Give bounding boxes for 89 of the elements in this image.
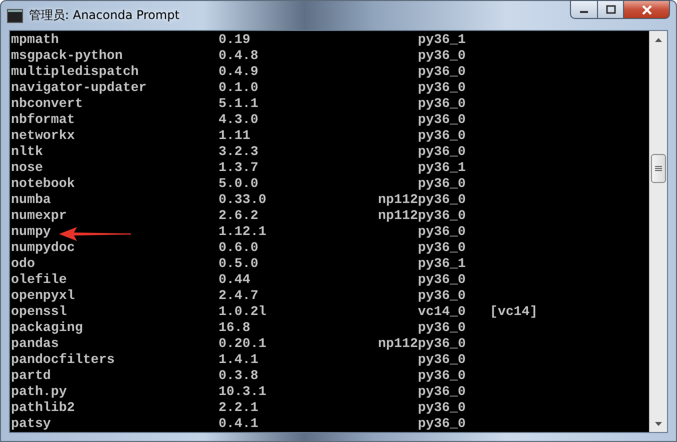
package-name: pathlib2 xyxy=(11,400,75,416)
package-build: vc14_0 xyxy=(416,304,466,320)
package-name: notebook xyxy=(11,176,75,192)
package-name: path.py xyxy=(11,384,67,400)
package-name: odo xyxy=(11,256,35,272)
package-name: numpy xyxy=(11,224,51,240)
scroll-down-icon[interactable] xyxy=(655,422,662,426)
package-version: 1.3.7 xyxy=(218,160,260,176)
package-build: py36_0 xyxy=(416,240,466,256)
close-button[interactable] xyxy=(624,0,670,19)
package-name: olefile xyxy=(11,272,67,288)
package-name: partd xyxy=(11,368,51,384)
package-build: py36_0 xyxy=(416,112,466,128)
package-build: py36_1 xyxy=(416,160,466,176)
package-version: 0.6.0 xyxy=(218,240,260,256)
package-version: 0.33.0 xyxy=(218,192,268,208)
package-build: py36_0 xyxy=(416,80,466,96)
package-version: 2.4.7 xyxy=(218,288,260,304)
package-name: msgpack-python xyxy=(11,48,123,64)
package-version: 0.4.8 xyxy=(218,48,260,64)
package-build: py36_0 xyxy=(416,320,466,336)
package-name: multipledispatch xyxy=(11,64,139,80)
package-version: 0.5.0 xyxy=(218,256,260,272)
package-version: 0.44 xyxy=(218,272,252,288)
package-version: 0.3.8 xyxy=(218,368,260,384)
close-icon xyxy=(640,4,652,14)
package-build: np112py36_0 xyxy=(378,208,466,224)
scroll-thumb[interactable] xyxy=(651,154,666,183)
package-name: mpmath xyxy=(11,32,59,48)
package-version: 0.4.9 xyxy=(218,64,260,80)
package-version: 0.19 xyxy=(218,32,252,48)
package-build: np112py36_0 xyxy=(378,336,466,352)
package-version: 0.20.1 xyxy=(218,336,268,352)
package-build: py36_0 xyxy=(416,352,466,368)
package-build: py36_0 xyxy=(416,64,466,80)
package-build: py36_1 xyxy=(416,256,466,272)
package-name: openpyxl xyxy=(11,288,75,304)
package-name: nose xyxy=(11,160,43,176)
package-version: 2.6.2 xyxy=(218,208,260,224)
package-name: packaging xyxy=(11,320,83,336)
package-build: py36_0 xyxy=(416,272,466,288)
package-version: 3.2.3 xyxy=(218,144,260,160)
pointer-arrow xyxy=(59,227,131,241)
package-version: 0.4.1 xyxy=(218,416,260,432)
package-version: 10.3.1 xyxy=(218,384,268,400)
package-build: py36_0 xyxy=(416,368,466,384)
package-build: py36_0 xyxy=(416,96,466,112)
maximize-button[interactable] xyxy=(597,0,624,19)
package-version: 1.4.1 xyxy=(218,352,260,368)
package-version: 16.8 xyxy=(218,320,252,336)
package-name: pandocfilters xyxy=(11,352,115,368)
package-name: pandas xyxy=(11,336,59,352)
package-name: networkx xyxy=(11,128,75,144)
maximize-icon xyxy=(606,5,616,14)
package-name: numpydoc xyxy=(11,240,75,256)
package-name: numba xyxy=(11,192,51,208)
package-build: py36_0 xyxy=(416,288,466,304)
scrollbar[interactable] xyxy=(649,31,667,432)
package-name: openssl xyxy=(11,304,67,320)
package-version: 5.1.1 xyxy=(218,96,260,112)
package-build: py36_0 xyxy=(416,144,466,160)
package-build: py36_0 xyxy=(416,400,466,416)
package-build: py36_1 xyxy=(416,32,466,48)
package-version: 2.2.1 xyxy=(218,400,260,416)
scroll-up-icon[interactable] xyxy=(655,38,662,42)
package-name: navigator-updater xyxy=(11,80,147,96)
package-version: 4.3.0 xyxy=(218,112,260,128)
package-build: py36_0 xyxy=(416,416,466,432)
package-version: 0.1.0 xyxy=(218,80,260,96)
package-build: py36_0 xyxy=(416,384,466,400)
package-channel: [vc14] xyxy=(490,304,539,320)
package-name: patsy xyxy=(11,416,51,432)
window-title: 管理员: Anaconda Prompt xyxy=(29,7,180,24)
package-version: 1.12.1 xyxy=(218,224,268,240)
package-name: numexpr xyxy=(11,208,67,224)
package-version: 5.0.0 xyxy=(218,176,260,192)
package-name: nbconvert xyxy=(11,96,83,112)
console-icon xyxy=(7,8,23,22)
package-version: 1.11 xyxy=(218,128,252,144)
package-build: py36_0 xyxy=(416,176,466,192)
package-build: py36_0 xyxy=(416,48,466,64)
package-build: py36_0 xyxy=(416,128,466,144)
grip-icon xyxy=(655,166,662,172)
minimize-button[interactable] xyxy=(570,0,597,19)
package-name: nltk xyxy=(11,144,43,160)
package-name: nbformat xyxy=(11,112,75,128)
package-build: py36_0 xyxy=(416,224,466,240)
package-version: 1.0.2l xyxy=(218,304,268,320)
package-build: np112py36_0 xyxy=(378,192,466,208)
